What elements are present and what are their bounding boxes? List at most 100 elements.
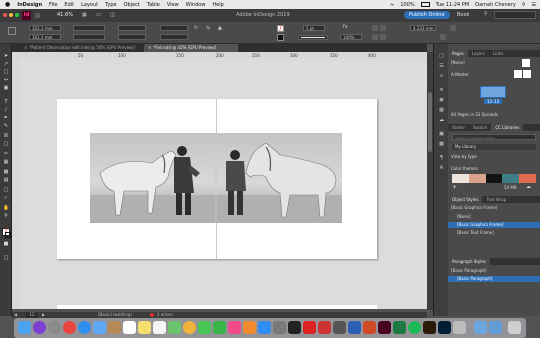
rotate-cw-icon[interactable]: ↻	[194, 25, 198, 31]
stroke-proxy[interactable]	[5, 232, 11, 238]
contacts-icon[interactable]	[108, 321, 121, 334]
zoom-tool-icon[interactable]: ⚲	[3, 214, 9, 219]
auto-fit-button[interactable]	[440, 34, 446, 40]
a-master-thumb-left[interactable]	[514, 70, 522, 78]
paragraph-style-item[interactable]: [Basic Paragraph]	[448, 276, 540, 282]
object-style-item[interactable]: [Basic Text Frame]	[448, 230, 540, 236]
reference-point-icon[interactable]	[8, 27, 16, 35]
view-by-dropdown[interactable]: View by type	[448, 154, 540, 160]
frame-fitting-button[interactable]	[450, 25, 456, 31]
screen-recorder-icon[interactable]	[333, 321, 346, 334]
color-panel-icon[interactable]: ◉	[438, 98, 445, 103]
tab-stroke[interactable]: Stroke	[448, 124, 469, 131]
cc-libraries-icon[interactable]: ☁	[438, 118, 445, 123]
menu-help[interactable]: Help	[212, 2, 223, 8]
mail-icon[interactable]	[93, 321, 106, 334]
traffic-max[interactable]	[15, 13, 19, 17]
scale-x-field[interactable]	[118, 25, 146, 31]
menu-layout[interactable]: Layout	[81, 2, 98, 8]
library-dropdown[interactable]: My Library	[452, 144, 536, 150]
pdf-icon[interactable]	[318, 321, 331, 334]
tab-links[interactable]: Links	[489, 50, 507, 57]
bridge-app-icon[interactable]	[423, 321, 436, 334]
y-field[interactable]: 161.1 mm	[29, 34, 61, 40]
page-tool-icon[interactable]: □	[3, 70, 9, 75]
app-store-icon[interactable]	[258, 321, 271, 334]
object-styles-icon[interactable]: ▣	[438, 132, 445, 137]
object-style-item[interactable]: [Basic Graphics Frame]	[448, 222, 540, 228]
messages-icon[interactable]	[198, 321, 211, 334]
add-content-icon[interactable]: +	[452, 184, 457, 191]
tab-patient-observation[interactable]: × *Patient Observation edit.indd @ 54% [G…	[20, 44, 135, 52]
spotify-icon[interactable]	[408, 321, 421, 334]
theme-swatch-4[interactable]	[502, 174, 520, 183]
eyedropper-tool-icon[interactable]: ✓	[3, 196, 9, 201]
gradient-tool-icon[interactable]: ▩	[3, 170, 9, 175]
photoshop-icon[interactable]	[438, 321, 451, 334]
scroll-thumb[interactable]	[428, 92, 432, 152]
selection-tool-icon[interactable]: ➤	[3, 54, 9, 59]
object-style-item[interactable]: [None]	[448, 214, 540, 220]
calendar-icon[interactable]	[123, 321, 136, 334]
x-field[interactable]: 101.1 mm	[29, 25, 61, 31]
screen-mode-icon[interactable]: □	[3, 256, 9, 261]
align-button-4[interactable]	[380, 34, 386, 40]
preflight-profile[interactable]: [Basic] (working)	[98, 312, 132, 317]
tab-layers[interactable]: Layers	[468, 50, 489, 57]
next-page-icon[interactable]: ▶	[42, 312, 45, 317]
acrobat-icon[interactable]	[303, 321, 316, 334]
documents-folder-icon[interactable]	[489, 321, 502, 334]
theme-swatch-5[interactable]	[519, 174, 536, 183]
word-icon[interactable]	[348, 321, 361, 334]
menu-list-icon[interactable]: ☰	[532, 2, 536, 8]
tab-pages[interactable]: Pages	[448, 50, 468, 57]
traffic-min[interactable]	[9, 13, 13, 17]
menu-view[interactable]: View	[167, 2, 179, 8]
pages-panel-icon[interactable]: □	[438, 54, 445, 59]
itunes-icon[interactable]	[228, 321, 241, 334]
theme-swatch-3[interactable]	[485, 174, 503, 183]
view-options-icon[interactable]: ▦	[82, 12, 87, 18]
placed-photo-horses-and-men[interactable]	[90, 133, 342, 223]
shear-field[interactable]	[160, 34, 188, 40]
effects-icon[interactable]: fx	[343, 24, 348, 30]
workspace-switcher[interactable]: Book	[457, 12, 469, 18]
theme-swatch-2[interactable]	[468, 174, 486, 183]
swatches-panel-icon[interactable]: ▦	[438, 108, 445, 113]
layers-panel-icon[interactable]: ☰	[438, 64, 445, 69]
pencil-tool-icon[interactable]: ✎	[3, 124, 9, 129]
menu-edit[interactable]: Edit	[64, 2, 74, 8]
offset-field[interactable]: 4.233 mm	[410, 25, 436, 31]
traffic-close[interactable]	[3, 13, 7, 17]
text-wrap-icon[interactable]: ▩	[438, 142, 445, 147]
rectangle-tool-icon[interactable]: □	[3, 142, 9, 147]
clock[interactable]: Tue 11:24 PM	[436, 2, 469, 8]
apply-color-icon[interactable]: ■	[3, 242, 9, 247]
indesign-icon[interactable]	[378, 321, 391, 334]
spread-label[interactable]: 12–13	[484, 99, 503, 104]
maps-icon[interactable]	[168, 321, 181, 334]
menu-type[interactable]: Type	[105, 2, 116, 8]
color-themes-row[interactable]: Color themes	[448, 166, 540, 172]
gradient-feather-icon[interactable]: ▨	[3, 178, 9, 183]
links-panel-icon[interactable]: ∞	[438, 74, 445, 79]
error-count[interactable]: 2 errors	[157, 312, 173, 317]
character-styles-icon[interactable]: A	[438, 166, 445, 171]
tab-close-icon[interactable]: ×	[148, 45, 151, 50]
spread-thumbnail[interactable]	[480, 86, 506, 98]
tab-close-icon[interactable]: ×	[24, 45, 27, 50]
type-tool-icon[interactable]: T	[3, 100, 9, 105]
tab-object-styles[interactable]: Object Styles	[448, 196, 483, 203]
books-icon[interactable]	[243, 321, 256, 334]
stock-search-field[interactable]	[494, 11, 536, 19]
menu-table[interactable]: Table	[147, 2, 160, 8]
first-page-icon[interactable]: ◀	[14, 312, 17, 317]
facetime-icon[interactable]	[213, 321, 226, 334]
pasteboard[interactable]	[19, 59, 427, 309]
hand-tool-icon[interactable]: ✋	[3, 206, 9, 211]
tab-text-wrap[interactable]: Text Wrap	[482, 196, 510, 203]
scale-y-field[interactable]	[118, 34, 146, 40]
powerpoint-icon[interactable]	[363, 321, 376, 334]
downloads-folder-icon[interactable]	[474, 321, 487, 334]
flip-icon[interactable]: ⇆	[206, 25, 210, 31]
